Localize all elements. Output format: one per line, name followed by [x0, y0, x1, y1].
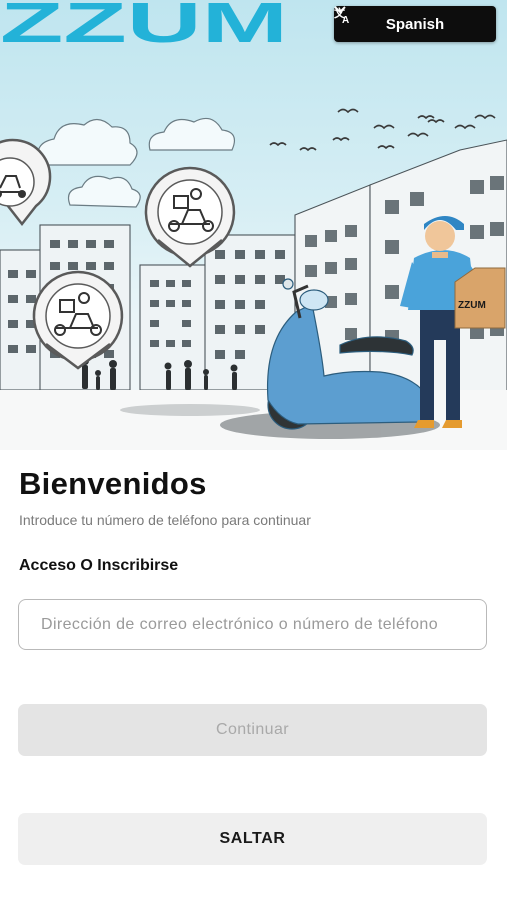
continue-button[interactable]: Continuar [18, 704, 487, 756]
city-delivery-scene: ZZUM [0, 108, 507, 450]
birds [269, 108, 496, 152]
email-or-phone-field[interactable] [18, 599, 487, 650]
zzum-logo: ZZUM [0, 0, 288, 44]
svg-text:A: A [342, 15, 349, 24]
login-screen: ZZUM ZZUM 文 A Spanish Bienvenidos Introd… [0, 0, 507, 900]
welcome-title: Bienvenidos [19, 466, 207, 501]
welcome-subtitle: Introduce tu número de teléfono para con… [19, 512, 311, 528]
brand-name: ZZUM [0, 0, 288, 44]
bag-brand-label: ZZUM [458, 300, 486, 311]
language-selector-button[interactable]: 文 A Spanish [334, 6, 496, 42]
skip-button[interactable]: SALTAR [18, 813, 487, 865]
email-or-phone-input[interactable] [19, 600, 486, 649]
language-label: Spanish [385, 15, 445, 33]
login-signup-label: Acceso O Inscribirse [19, 557, 179, 574]
hero-illustration: ZZUM ZZUM 文 A Spanish [0, 0, 507, 450]
